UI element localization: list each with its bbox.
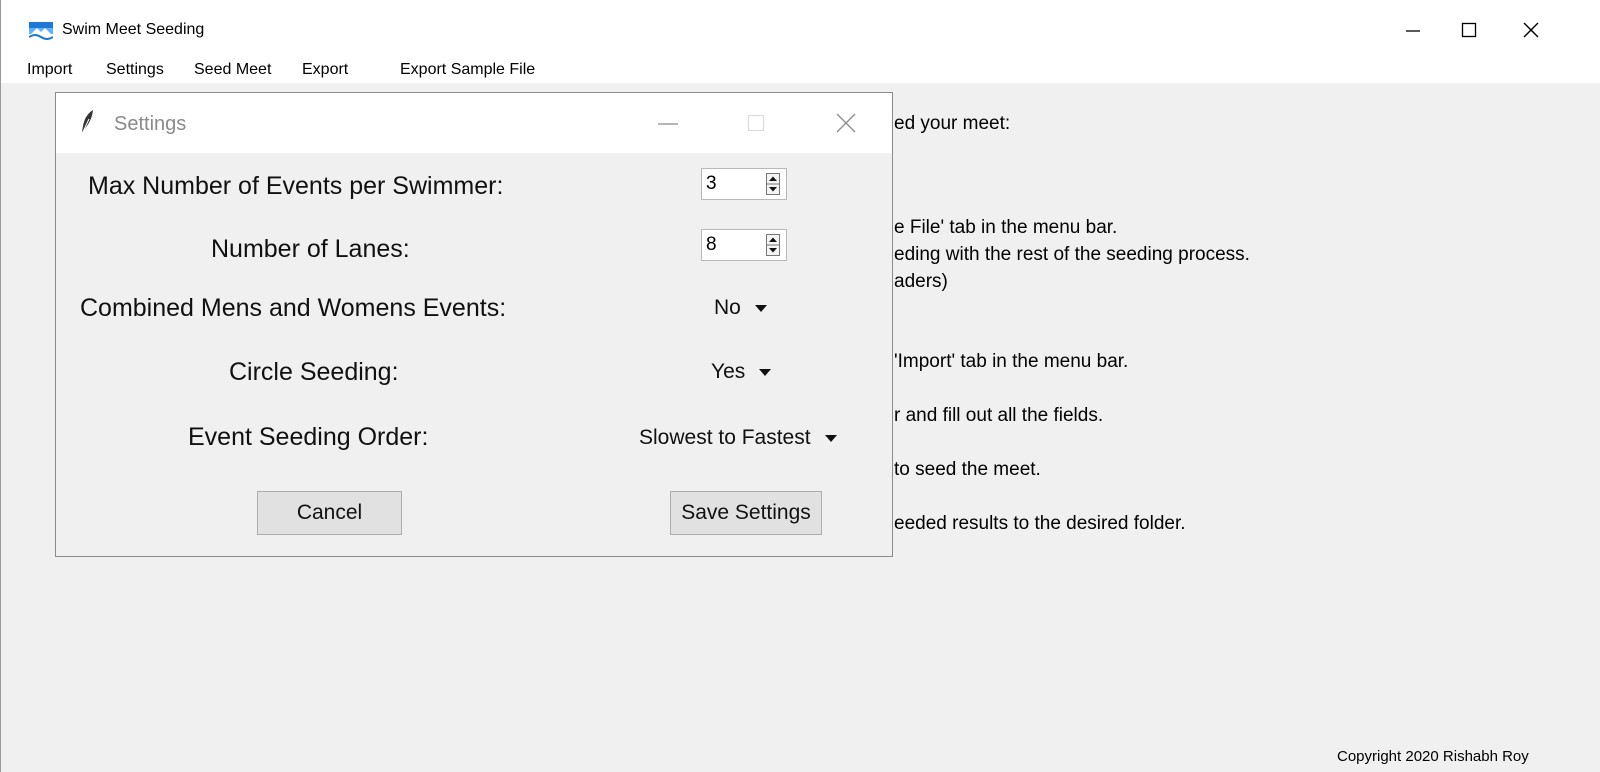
seeding-order-dropdown[interactable]: Slowest to Fastest — [639, 426, 837, 450]
max-events-value: 3 — [706, 173, 717, 194]
chevron-down-icon — [754, 304, 767, 312]
circle-seeding-dropdown[interactable]: Yes — [711, 360, 772, 384]
dialog-minimize-button[interactable] — [648, 107, 688, 139]
dialog-close-button[interactable] — [826, 107, 866, 139]
instruction-line: e File' tab in the menu bar. — [894, 217, 1118, 238]
instruction-line: 'Import' tab in the menu bar. — [894, 351, 1129, 372]
instruction-line: aders) — [894, 271, 948, 292]
circle-seeding-value: Yes — [711, 360, 746, 383]
lanes-value: 8 — [706, 234, 717, 255]
dialog-title: Settings — [114, 113, 187, 135]
close-icon — [836, 113, 856, 133]
chevron-down-icon — [824, 434, 837, 442]
dialog-maximize-button — [736, 107, 776, 139]
instruction-line: eding with the rest of the seeding proce… — [894, 244, 1250, 265]
spin-arrows-icon[interactable] — [766, 234, 780, 256]
max-events-label: Max Number of Events per Swimmer: — [88, 172, 504, 200]
minimize-icon — [1406, 30, 1420, 32]
seeding-order-label: Event Seeding Order: — [188, 423, 429, 451]
swimmer-icon — [29, 22, 53, 40]
lanes-label: Number of Lanes: — [211, 235, 410, 263]
chevron-down-icon — [759, 368, 772, 376]
dialog-title-bar: Settings — [56, 93, 892, 153]
menu-seed-meet[interactable]: Seed Meet — [194, 61, 271, 79]
close-button[interactable] — [1503, 10, 1559, 50]
instruction-line: ed your meet: — [894, 113, 1011, 134]
menu-import[interactable]: Import — [27, 61, 72, 79]
menu-settings[interactable]: Settings — [106, 61, 164, 79]
instruction-line: to seed the meet. — [894, 459, 1041, 480]
spin-arrows-icon[interactable] — [766, 173, 780, 195]
cancel-button[interactable]: Cancel — [257, 491, 402, 535]
title-bar: Swim Meet Seeding — [1, 0, 1600, 60]
circle-seeding-label: Circle Seeding: — [229, 358, 399, 386]
settings-dialog: Settings Max Number of Events per Swimme… — [55, 92, 893, 557]
seeding-order-value: Slowest to Fastest — [639, 426, 811, 449]
minimize-button[interactable] — [1385, 10, 1441, 50]
combined-events-dropdown[interactable]: No — [714, 296, 767, 320]
instruction-line: eeded results to the desired folder. — [894, 513, 1186, 534]
menu-export-sample-file[interactable]: Export Sample File — [400, 61, 535, 79]
menu-bar: Import Settings Seed Meet Export Export … — [1, 57, 1600, 83]
menu-export[interactable]: Export — [302, 61, 348, 79]
maximize-icon — [1461, 22, 1477, 38]
combined-events-value: No — [714, 296, 741, 319]
copyright-text: Copyright 2020 Rishabh Roy — [1337, 748, 1529, 765]
minimize-icon — [658, 123, 678, 125]
window-title: Swim Meet Seeding — [62, 21, 205, 38]
feather-icon — [81, 110, 93, 135]
maximize-button[interactable] — [1441, 10, 1497, 50]
max-events-spinbox[interactable]: 3 — [701, 168, 787, 200]
instruction-line: r and fill out all the fields. — [894, 405, 1104, 426]
close-icon — [1523, 22, 1539, 38]
maximize-icon — [747, 114, 765, 132]
combined-events-label: Combined Mens and Womens Events: — [80, 294, 507, 322]
lanes-spinbox[interactable]: 8 — [701, 229, 787, 261]
save-settings-button[interactable]: Save Settings — [670, 491, 822, 535]
